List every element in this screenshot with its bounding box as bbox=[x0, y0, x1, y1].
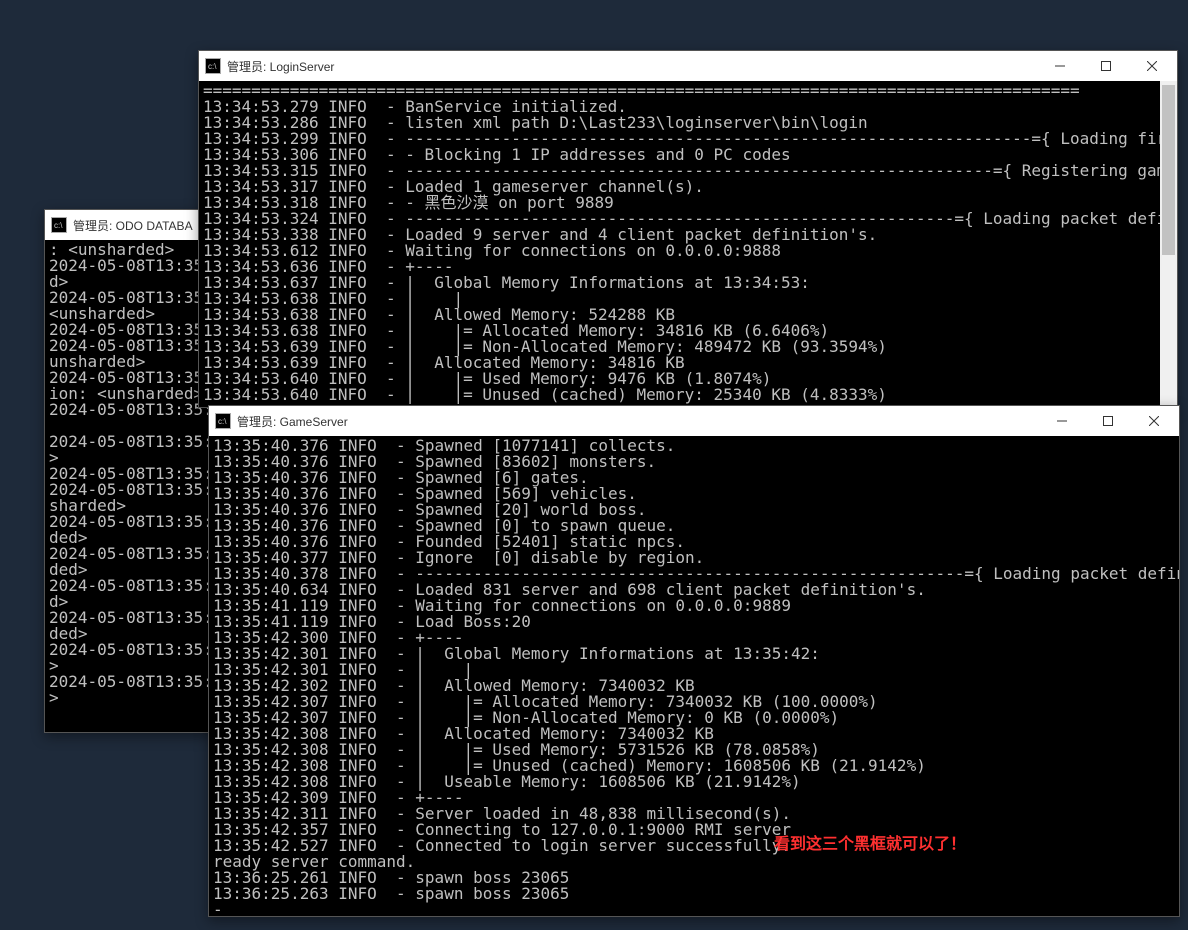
login-console[interactable]: ========================================… bbox=[199, 81, 1160, 407]
cmd-icon: c:\ bbox=[51, 217, 67, 233]
minimize-button[interactable] bbox=[1039, 406, 1085, 436]
svg-text:c:\: c:\ bbox=[208, 62, 217, 70]
maximize-button[interactable] bbox=[1085, 406, 1131, 436]
cmd-icon: c:\ bbox=[205, 58, 221, 74]
login-title: 管理员: LoginServer bbox=[227, 58, 334, 75]
login-titlebar[interactable]: c:\ 管理员: LoginServer bbox=[199, 51, 1177, 81]
cmd-icon: c:\ bbox=[215, 413, 231, 429]
login-window: c:\ 管理员: LoginServer ===================… bbox=[198, 50, 1178, 408]
svg-text:c:\: c:\ bbox=[218, 417, 227, 425]
close-button[interactable] bbox=[1131, 406, 1177, 436]
maximize-button[interactable] bbox=[1083, 51, 1129, 81]
game-window: c:\ 管理员: GameServer 13:35:40.376 INFO - … bbox=[208, 405, 1180, 917]
close-button[interactable] bbox=[1129, 51, 1175, 81]
db-title: 管理员: ODO DATABA bbox=[73, 217, 193, 234]
annotation-text: 看到这三个黑框就可以了！ bbox=[774, 830, 966, 854]
game-console[interactable]: 13:35:40.376 INFO - Spawned [1077141] co… bbox=[209, 436, 1179, 916]
scrollbar-thumb[interactable] bbox=[1162, 85, 1175, 255]
login-scrollbar[interactable] bbox=[1160, 81, 1177, 407]
minimize-button[interactable] bbox=[1037, 51, 1083, 81]
game-title: 管理员: GameServer bbox=[237, 413, 348, 430]
game-titlebar[interactable]: c:\ 管理员: GameServer bbox=[209, 406, 1179, 436]
svg-text:c:\: c:\ bbox=[54, 221, 63, 229]
